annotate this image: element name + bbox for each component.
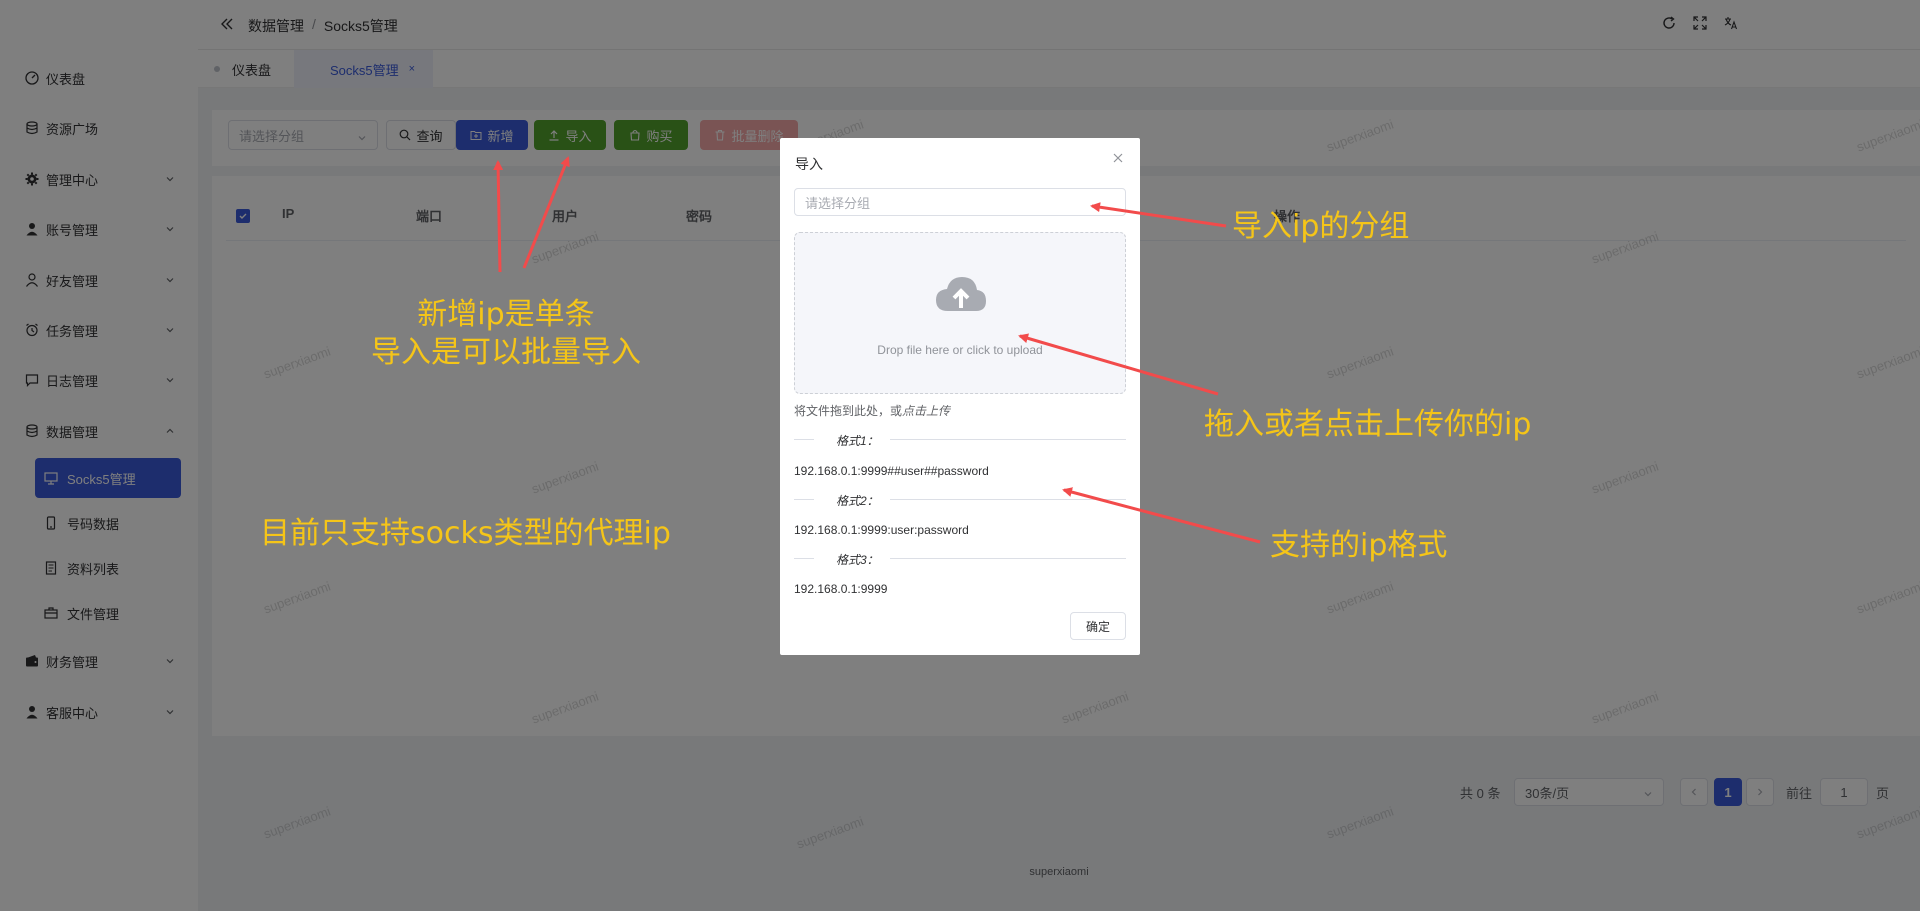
annotation-drag-upload: 拖入或者点击上传你的ip — [1204, 407, 1532, 442]
format3-divider: 格式3： — [794, 551, 1126, 568]
upload-tip: 将文件拖到此处，或点击上传 — [794, 402, 950, 419]
divider-line — [794, 499, 814, 500]
confirm-button[interactable]: 确定 — [1070, 612, 1126, 640]
format1-value: 192.168.0.1:9999##user##password — [794, 464, 989, 478]
cloud-upload-icon — [934, 275, 988, 315]
format1-label: 格式1： — [830, 432, 885, 449]
dialog-title: 导入 — [795, 156, 823, 172]
format2-divider: 格式2： — [794, 492, 1126, 509]
dialog-group-placeholder: 请选择分组 — [805, 195, 871, 211]
annotation-add-line2: 导入是可以批量导入 — [371, 334, 641, 370]
annotation-import-group: 导入ip的分组 — [1232, 209, 1410, 244]
annotation-formats: 支持的ip格式 — [1270, 528, 1448, 563]
upload-text: Drop file here or click to upload — [877, 343, 1043, 357]
divider-line — [890, 499, 1126, 500]
annotation-socks-only: 目前只支持socks类型的代理ip — [260, 516, 671, 551]
upload-tip-prefix: 将文件拖到此处，或 — [794, 404, 903, 418]
format2-label: 格式2： — [830, 492, 885, 509]
upload-tip-link[interactable]: 点击上传 — [902, 404, 950, 418]
divider-line — [794, 558, 814, 559]
format1-divider: 格式1： — [794, 432, 1126, 449]
format3-label: 格式3： — [830, 551, 885, 568]
divider-line — [890, 558, 1126, 559]
close-icon[interactable] — [1112, 152, 1124, 164]
format3-value: 192.168.0.1:9999 — [794, 582, 888, 596]
divider-line — [794, 439, 814, 440]
annotation-add-import: 新增ip是单条 导入是可以批量导入 — [346, 296, 666, 371]
upload-dropzone[interactable]: Drop file here or click to upload — [794, 232, 1126, 394]
import-dialog: 导入 请选择分组 Drop file here or click to uplo… — [780, 138, 1140, 655]
dialog-group-select[interactable]: 请选择分组 — [794, 188, 1126, 216]
annotation-add-line1: 新增ip是单条 — [417, 297, 595, 332]
divider-line — [890, 439, 1126, 440]
format2-value: 192.168.0.1:9999:user:password — [794, 523, 969, 537]
